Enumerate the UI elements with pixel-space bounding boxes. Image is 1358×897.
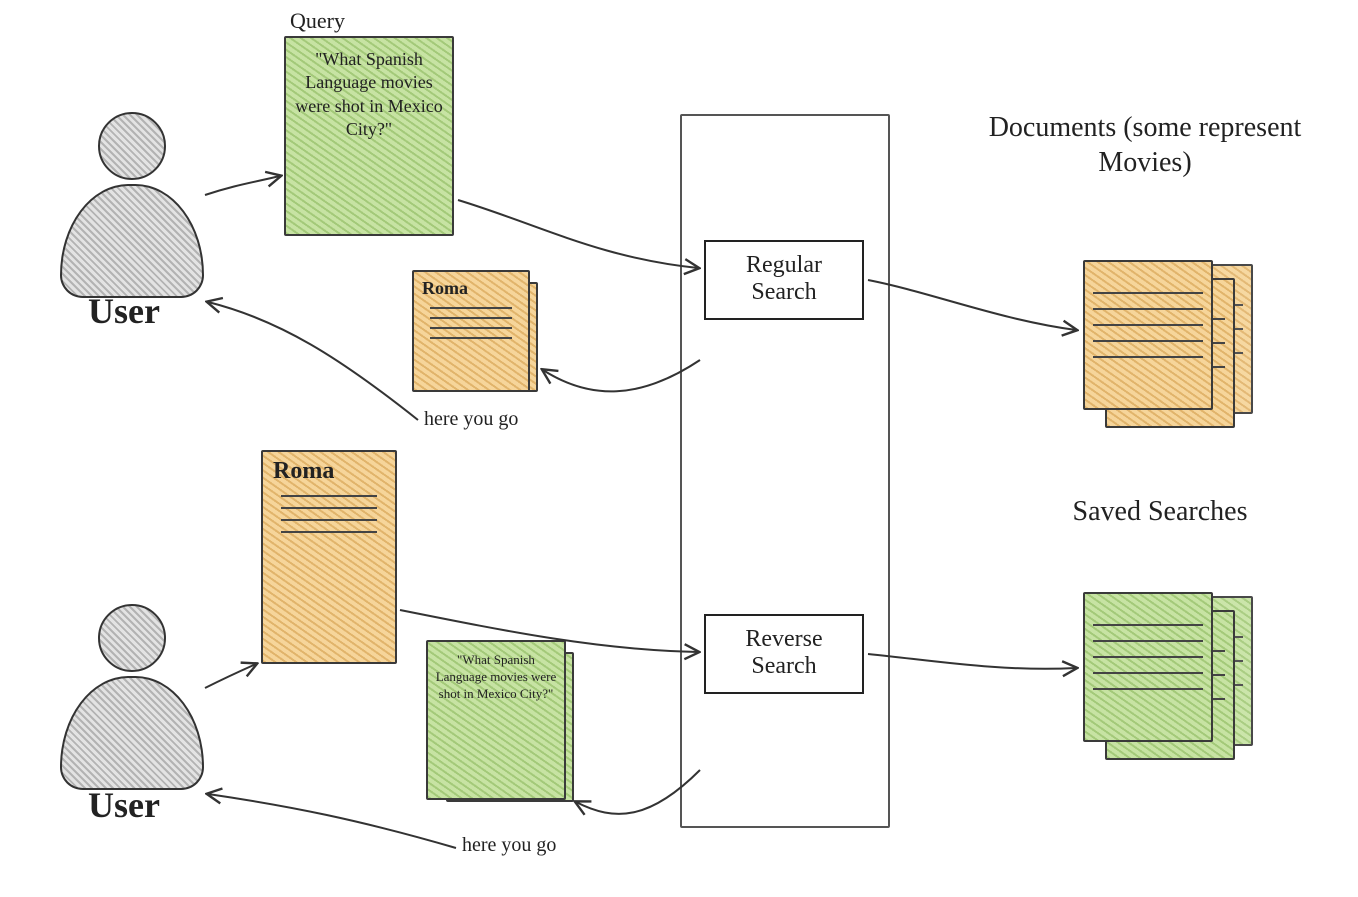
saved-search-card: [1083, 592, 1213, 742]
here-you-go-label: here you go: [462, 834, 556, 857]
system-container: [680, 114, 890, 828]
user-icon: [60, 112, 204, 298]
roma-input-card: Roma: [261, 450, 397, 664]
here-you-go-label: here you go: [424, 408, 518, 431]
reverse-result-text: "What Spanish Language movies were shot …: [434, 652, 558, 703]
documents-heading: Documents (some represent Movies): [970, 110, 1320, 180]
reverse-result-card: "What Spanish Language movies were shot …: [426, 640, 566, 800]
document-card: [1083, 260, 1213, 410]
query-card: "What Spanish Language movies were shot …: [284, 36, 454, 236]
user-icon: [60, 604, 204, 790]
roma-result-title: Roma: [422, 278, 520, 299]
query-heading: Query: [290, 8, 345, 34]
roma-result-card: Roma: [412, 270, 530, 392]
user-label-bottom: User: [88, 784, 160, 826]
query-text: "What Spanish Language movies were shot …: [294, 48, 444, 142]
reverse-search-box: Reverse Search: [704, 614, 864, 694]
user-label-top: User: [88, 290, 160, 332]
roma-input-title: Roma: [273, 458, 385, 485]
regular-search-box: Regular Search: [704, 240, 864, 320]
saved-searches-heading: Saved Searches: [1010, 494, 1310, 529]
